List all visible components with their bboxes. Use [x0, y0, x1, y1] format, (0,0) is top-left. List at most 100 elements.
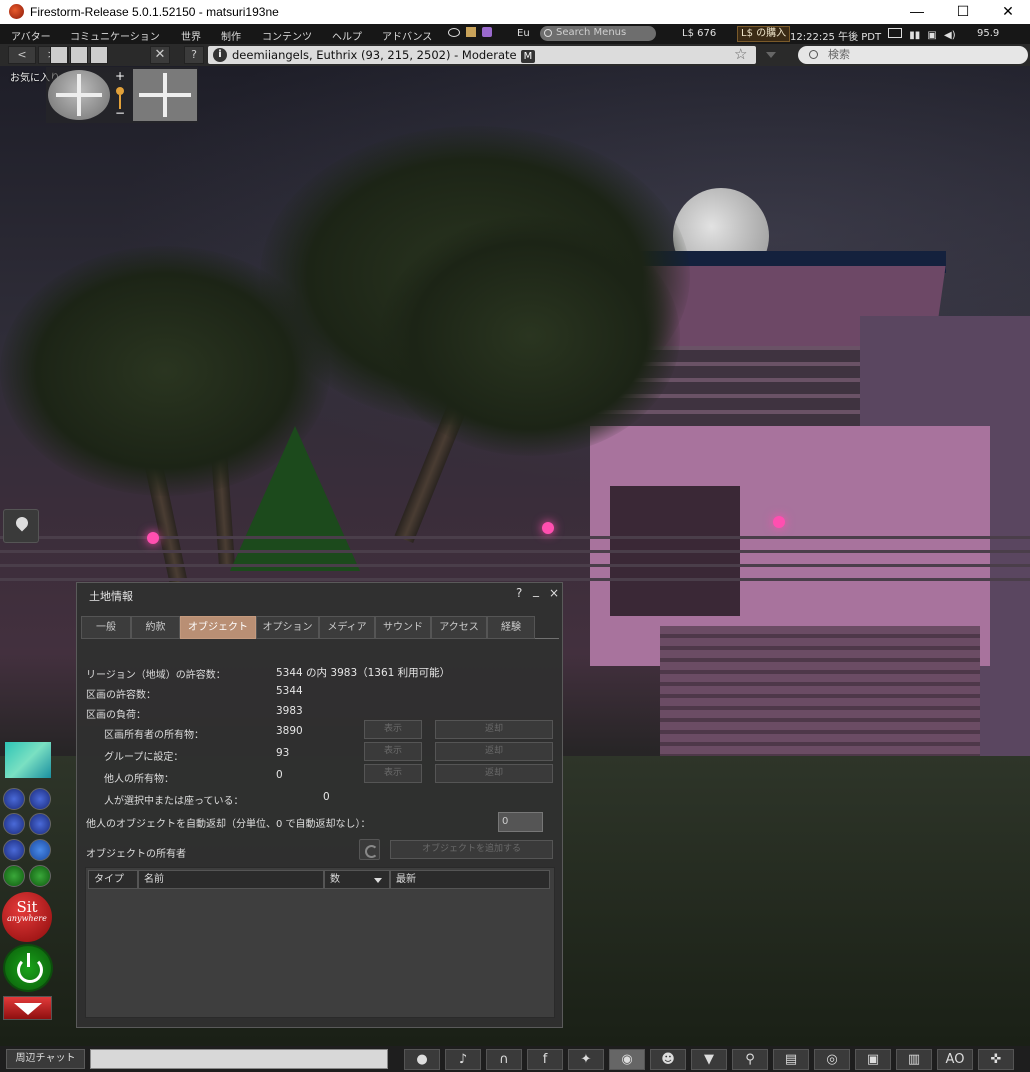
voice-mic-icon[interactable]: ♪	[445, 1049, 481, 1070]
sitting-objects-value: 0	[323, 791, 330, 803]
menu-communicate[interactable]: コミュニケーション	[70, 28, 160, 43]
menu-avatar[interactable]: アバター	[11, 28, 51, 43]
info-icon[interactable]: i	[213, 48, 227, 62]
maturity-badge: M	[520, 50, 536, 63]
camera-orbit-control[interactable]	[48, 70, 110, 120]
tab-sound[interactable]: サウンド	[375, 616, 431, 639]
run-icon[interactable]	[3, 865, 25, 887]
show-group-objects-button[interactable]: 表示	[364, 742, 422, 761]
eye-view-icon[interactable]: ◉	[609, 1049, 645, 1070]
help-icon[interactable]: ?	[184, 46, 204, 64]
pink-lamp	[542, 522, 554, 534]
menu-help[interactable]: ヘルプ	[332, 28, 362, 43]
avatar-cross-icon[interactable]: ✜	[978, 1049, 1014, 1070]
people-icon[interactable]: ☻	[650, 1049, 686, 1070]
return-owner-objects-button[interactable]: 返却	[435, 720, 553, 739]
appearance-shirt-icon[interactable]: ▼	[691, 1049, 727, 1070]
column-type[interactable]: タイプ	[88, 870, 138, 889]
refresh-icon[interactable]	[359, 839, 380, 860]
location-dropdown-icon[interactable]	[766, 52, 776, 58]
nearby-chat-button[interactable]: 周辺チャット	[6, 1049, 85, 1069]
pose-icon[interactable]	[3, 813, 25, 835]
buy-currency-button[interactable]: L$ の購入	[737, 26, 791, 42]
parcel-load-value: 3983	[276, 705, 303, 717]
column-count-label: 数	[330, 874, 340, 885]
avatar-silhouette-icon[interactable]	[50, 46, 68, 64]
show-other-objects-button[interactable]: 表示	[364, 764, 422, 783]
floater-help-button[interactable]: ?	[516, 586, 522, 600]
camera-zoom-control[interactable]: + −	[113, 69, 127, 120]
close-toolbar-icon[interactable]: ✕	[150, 46, 170, 64]
walk-icon[interactable]	[3, 788, 25, 810]
tab-media[interactable]: メディア	[319, 616, 375, 639]
column-recent[interactable]: 最新	[390, 870, 550, 889]
monitor-icon[interactable]	[888, 28, 902, 38]
close-button[interactable]: ✕	[985, 0, 1030, 24]
show-owner-objects-button[interactable]: 表示	[364, 720, 422, 739]
menu-search-input[interactable]: Search Menus	[540, 26, 656, 41]
autoreturn-minutes-input[interactable]: 0	[498, 812, 543, 832]
hand-icon[interactable]	[70, 46, 88, 64]
back-button[interactable]: <	[8, 46, 36, 64]
radar-icon[interactable]: ◎	[814, 1049, 850, 1070]
collapse-down-icon[interactable]	[3, 996, 52, 1020]
teleport-icon[interactable]	[29, 788, 51, 810]
inventory-icon[interactable]: ▥	[896, 1049, 932, 1070]
add-objects-button[interactable]: オブジェクトを追加する	[390, 840, 553, 859]
sit-anywhere-line2: anywhere	[7, 914, 47, 923]
menu-content[interactable]: コンテンツ	[262, 28, 312, 43]
world-map-icon[interactable]: ▤	[773, 1049, 809, 1070]
power-button-icon[interactable]	[3, 944, 53, 992]
menu-world[interactable]: 世界	[181, 28, 201, 43]
fly-icon[interactable]	[29, 865, 51, 887]
location-bar[interactable]: i deemiiangels, Euthrix (93, 215, 2502) …	[208, 46, 756, 64]
zoom-knob[interactable]	[116, 87, 124, 95]
chat-input[interactable]	[90, 1049, 388, 1069]
snapshot-camera-icon[interactable]: ▣	[855, 1049, 891, 1070]
linden-balance[interactable]: L$ 676	[682, 28, 716, 39]
hud-thumbnail[interactable]	[5, 742, 51, 778]
column-count[interactable]: 数	[324, 870, 390, 889]
maximize-button[interactable]: ☐	[940, 0, 986, 24]
minimize-button[interactable]: —	[894, 0, 940, 24]
return-other-objects-button[interactable]: 返却	[435, 764, 553, 783]
animation-overrider-button[interactable]: AO	[937, 1049, 973, 1070]
object-owners-table[interactable]: タイプ 名前 数 最新	[85, 867, 555, 1018]
zoom-minus-icon[interactable]: −	[115, 106, 125, 120]
column-name[interactable]: 名前	[138, 870, 324, 889]
chat-bubble-icon[interactable]: ●	[404, 1049, 440, 1070]
tab-access[interactable]: アクセス	[431, 616, 487, 639]
tab-general[interactable]: 一般	[81, 616, 131, 639]
bed-icon[interactable]	[29, 839, 51, 861]
gesture-icon[interactable]	[90, 46, 108, 64]
floater-minimize-button[interactable]: _	[533, 583, 539, 597]
headphones-icon[interactable]: ∩	[486, 1049, 522, 1070]
navigation-bar: < > ⌂ ✕ ? i deemiiangels, Euthrix (93, 2…	[0, 44, 1030, 66]
facebook-icon[interactable]: f	[527, 1049, 563, 1070]
navbar-search-input[interactable]: 検索	[798, 46, 1028, 64]
search-icon[interactable]: ⚲	[732, 1049, 768, 1070]
pause-icon[interactable]: ▮▮	[909, 30, 920, 41]
tab-experiences[interactable]: 経験	[487, 616, 535, 639]
sit-pose-icon[interactable]	[29, 813, 51, 835]
system-status-icons[interactable]: ▮▮ ▣ ◀)	[888, 28, 956, 41]
clock-display: 12:22:25 午後 PDT	[790, 32, 882, 43]
menu-advanced[interactable]: アドバンス	[382, 28, 432, 43]
walk-run-icon[interactable]: ✦	[568, 1049, 604, 1070]
tab-objects[interactable]: オブジェクト	[180, 616, 256, 639]
camera-pan-control[interactable]	[133, 69, 197, 121]
map-pin-icon[interactable]	[3, 509, 39, 543]
sit-anywhere-button[interactable]: Sit anywhere	[2, 892, 52, 942]
tab-options[interactable]: オプション	[256, 616, 319, 639]
favorite-star-icon[interactable]: ☆	[734, 46, 747, 63]
media-icon[interactable]: ▣	[927, 30, 936, 41]
zoom-plus-icon[interactable]: +	[115, 69, 125, 83]
tab-covenant[interactable]: 約款	[131, 616, 180, 639]
volume-icon[interactable]: ◀)	[944, 30, 956, 41]
object-owners-label: オブジェクトの所有者	[86, 849, 186, 860]
floater-header[interactable]: 土地情報 ? _ ×	[77, 583, 562, 605]
return-group-objects-button[interactable]: 返却	[435, 742, 553, 761]
floater-close-button[interactable]: ×	[549, 586, 559, 600]
save-icon[interactable]	[3, 839, 25, 861]
menu-build[interactable]: 制作	[221, 28, 241, 43]
